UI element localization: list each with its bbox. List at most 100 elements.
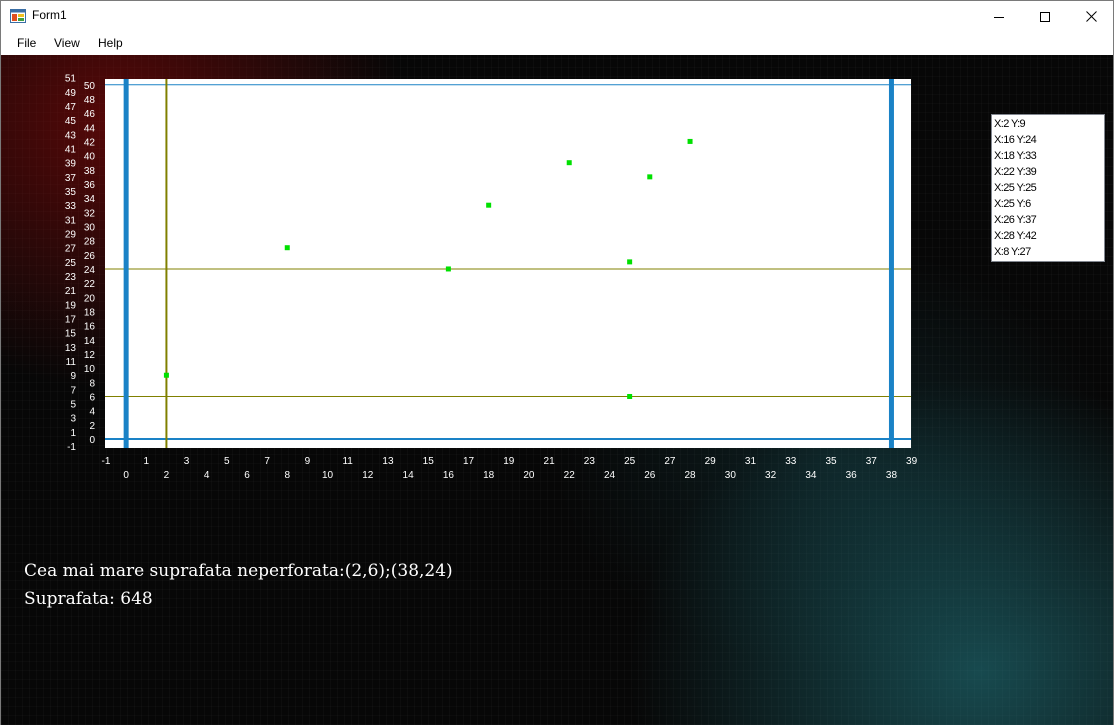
- y-tick-label: 40: [84, 152, 96, 163]
- y-tick-label: 47: [65, 102, 77, 113]
- x-tick-label: 29: [705, 456, 717, 467]
- coordinate-list-item[interactable]: X:28 Y:42: [994, 228, 1102, 244]
- y-tick-label: 5: [70, 400, 76, 411]
- y-tick-label: 0: [89, 435, 95, 446]
- x-tick-label: 13: [382, 456, 394, 467]
- menu-view[interactable]: View: [54, 36, 80, 50]
- y-tick-label: 18: [84, 307, 96, 318]
- minimize-button[interactable]: [976, 1, 1022, 32]
- x-tick-label: 38: [886, 470, 898, 481]
- coordinate-list-item[interactable]: X:22 Y:39: [994, 164, 1102, 180]
- y-tick-label: 28: [84, 237, 96, 248]
- y-tick-label: 12: [84, 350, 96, 361]
- y-tick-label: 43: [65, 130, 77, 141]
- data-point: [284, 245, 290, 251]
- x-tick-label: 19: [503, 456, 515, 467]
- menu-help[interactable]: Help: [98, 36, 123, 50]
- x-tick-label: 24: [604, 470, 616, 481]
- x-tick-label: 1: [143, 456, 149, 467]
- scatter-chart: -101234567891011121314151617181920212223…: [65, 74, 918, 481]
- y-tick-label: 19: [65, 300, 77, 311]
- data-point: [647, 174, 653, 180]
- y-tick-label: 30: [84, 222, 96, 233]
- y-tick-label: 10: [84, 364, 96, 375]
- app-icon: [10, 9, 26, 23]
- x-tick-label: 28: [684, 470, 696, 481]
- x-tick-label: 31: [745, 456, 757, 467]
- y-tick-label: 20: [84, 293, 96, 304]
- x-tick-label: 26: [644, 470, 656, 481]
- x-tick-label: 4: [204, 470, 210, 481]
- y-tick-label: 23: [65, 272, 77, 283]
- menu-bar: File View Help: [1, 32, 1113, 55]
- y-tick-label: 45: [65, 116, 77, 127]
- result-area-label: Cea mai mare suprafata neperforata:(2,6)…: [24, 561, 453, 581]
- y-tick-label: 24: [84, 265, 96, 276]
- y-tick-label: 27: [65, 244, 77, 255]
- x-tick-label: 2: [164, 470, 170, 481]
- coordinate-list-item[interactable]: X:25 Y:6: [994, 196, 1102, 212]
- plot-area: [105, 79, 911, 448]
- y-tick-label: 26: [84, 251, 96, 262]
- y-tick-label: 22: [84, 279, 96, 290]
- y-tick-label: 46: [84, 109, 96, 120]
- y-tick-label: 16: [84, 322, 96, 333]
- y-tick-label: 2: [89, 421, 95, 432]
- y-tick-label: 41: [65, 145, 77, 156]
- x-tick-label: 22: [564, 470, 576, 481]
- y-tick-label: 25: [65, 258, 77, 269]
- client-area: -1 0 1 2 3 4 5 6 7 8 9 10 11 12 13 14 15 16 17 18 19 20 21 22 23…: [1, 55, 1113, 725]
- coordinate-list-item[interactable]: X:16 Y:24: [994, 132, 1102, 148]
- x-tick-label: 3: [184, 456, 190, 467]
- x-tick-label: 30: [725, 470, 737, 481]
- close-button[interactable]: [1068, 1, 1114, 32]
- y-tick-label: 49: [65, 88, 77, 99]
- x-tick-label: 20: [523, 470, 535, 481]
- y-tick-label: 9: [70, 371, 76, 382]
- coordinate-list-item[interactable]: X:25 Y:25: [994, 180, 1102, 196]
- y-tick-label: 48: [84, 95, 96, 106]
- x-tick-label: 5: [224, 456, 230, 467]
- x-tick-label: 33: [785, 456, 797, 467]
- x-tick-label: 11: [342, 456, 353, 467]
- close-icon: [1085, 11, 1097, 22]
- y-tick-label: 44: [84, 123, 96, 134]
- y-tick-label: 33: [65, 201, 77, 212]
- title-bar[interactable]: Form1: [1, 1, 1113, 32]
- x-tick-label: 39: [906, 456, 918, 467]
- x-tick-label: 12: [362, 470, 374, 481]
- x-tick-label: 7: [264, 456, 270, 467]
- y-tick-label: 3: [70, 414, 76, 425]
- x-tick-label: 8: [284, 470, 290, 481]
- app-window: Form1 File View Help -1 0 1 2 3 4 5 6 7 8 9 10 11 12 1…: [0, 0, 1114, 725]
- coordinates-listbox[interactable]: X:2 Y:9 X:16 Y:24 X:18 Y:33 X:22 Y:39 X:25 Y…: [991, 114, 1105, 262]
- y-tick-label: 32: [84, 208, 96, 219]
- x-tick-label: 35: [825, 456, 837, 467]
- data-point: [627, 259, 633, 265]
- data-point: [566, 160, 572, 166]
- x-tick-label: 10: [322, 470, 334, 481]
- coordinate-list-item[interactable]: X:26 Y:37: [994, 212, 1102, 228]
- coordinate-list-item[interactable]: X:18 Y:33: [994, 148, 1102, 164]
- menu-file[interactable]: File: [17, 36, 36, 50]
- x-tick-label: 14: [403, 470, 415, 481]
- x-tick-label: 17: [463, 456, 475, 467]
- x-tick-label: 34: [805, 470, 817, 481]
- x-tick-label: 36: [846, 470, 858, 481]
- y-tick-label: 21: [65, 286, 77, 297]
- data-point: [445, 266, 451, 272]
- x-tick-label: 27: [664, 456, 676, 467]
- coordinate-list-item[interactable]: X:8 Y:27: [994, 244, 1102, 260]
- y-tick-label: 8: [89, 378, 95, 389]
- x-tick-label: 37: [866, 456, 878, 467]
- y-tick-label: 14: [84, 336, 96, 347]
- y-tick-label: 36: [84, 180, 96, 191]
- x-tick-label: 0: [123, 470, 129, 481]
- maximize-button[interactable]: [1022, 1, 1068, 32]
- data-point: [486, 202, 492, 208]
- y-tick-label: 11: [66, 357, 77, 368]
- coordinate-list-item[interactable]: X:2 Y:9: [994, 116, 1102, 132]
- y-tick-label: 7: [70, 385, 76, 396]
- data-point: [627, 393, 633, 399]
- y-tick-label: 39: [65, 159, 77, 170]
